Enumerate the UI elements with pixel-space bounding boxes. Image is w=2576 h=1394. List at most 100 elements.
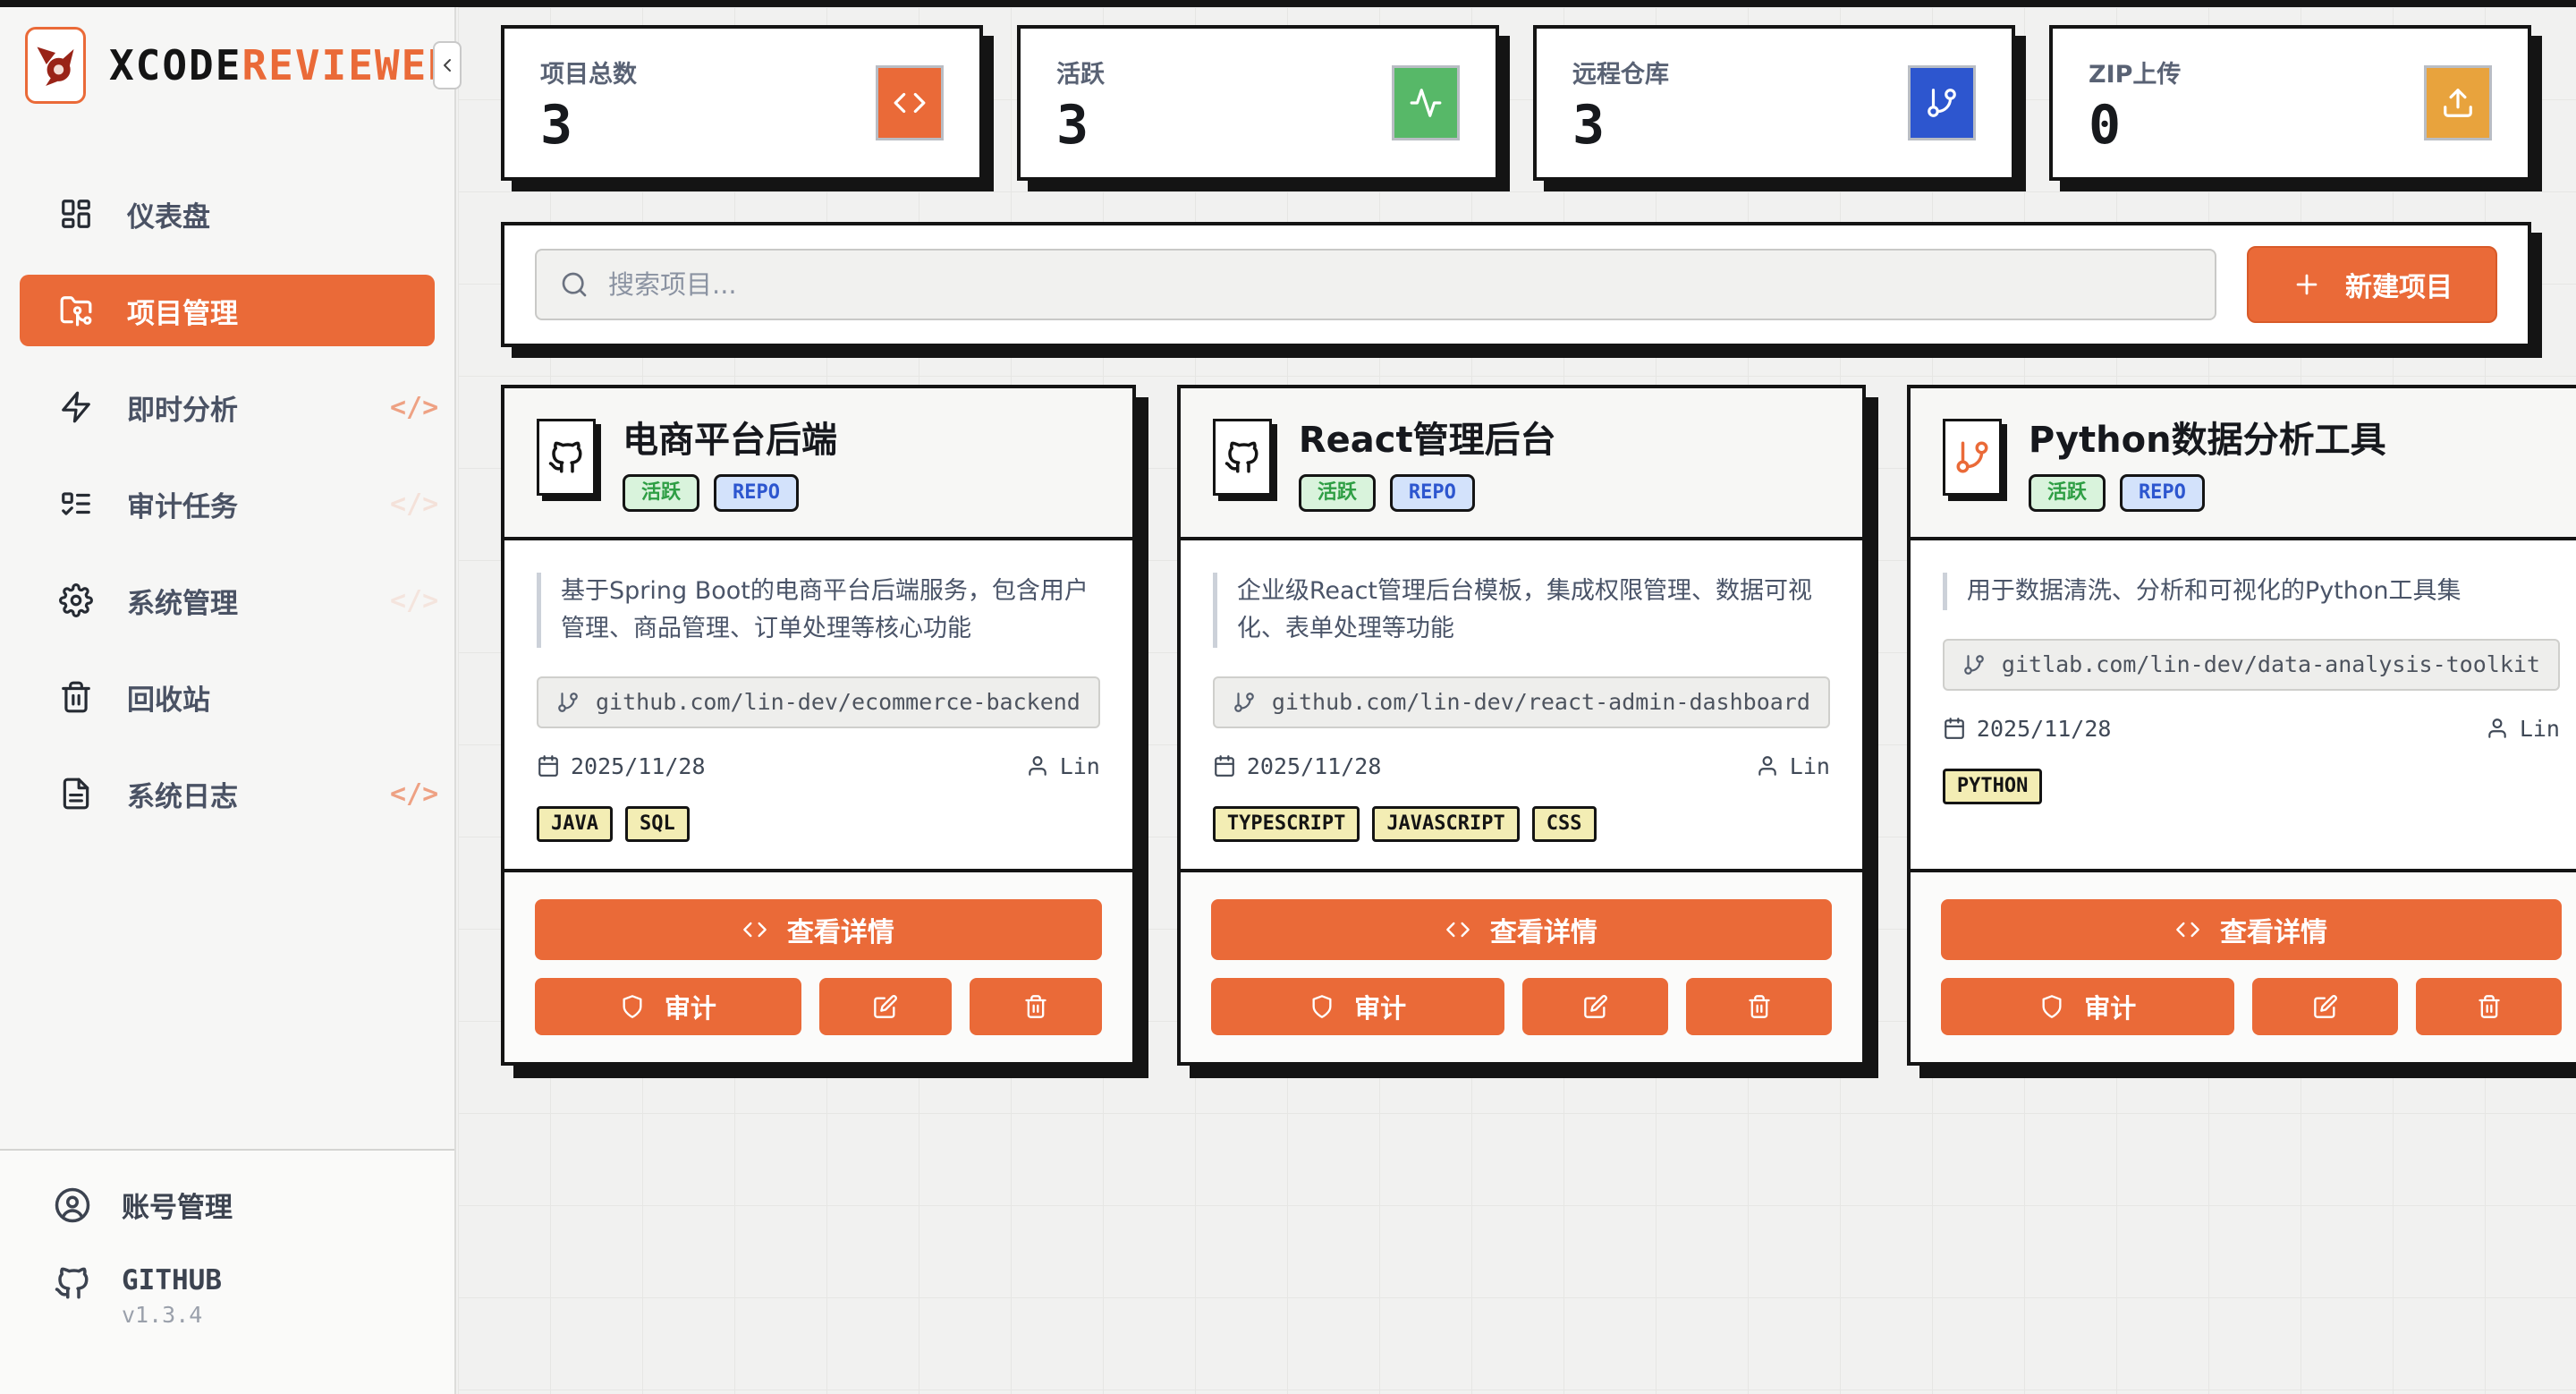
- account-management-item[interactable]: 账号管理: [54, 1185, 454, 1225]
- view-details-button[interactable]: 查看详情: [535, 899, 1102, 960]
- main-content: 项目总数 3 活跃 3 远程仓库3 ZIP上传 0: [458, 7, 2576, 1394]
- shield-icon: [620, 994, 645, 1019]
- search-icon: [560, 270, 589, 299]
- trash-icon: [1747, 994, 1772, 1019]
- sidebar-item-dashboard[interactable]: 仪表盘: [20, 178, 435, 250]
- git-branch-icon: [1943, 419, 2002, 496]
- delete-button[interactable]: [2416, 978, 2562, 1035]
- code-decor: </>: [390, 489, 438, 520]
- project-meta-row: 2025/11/28 Lin: [537, 753, 1100, 779]
- project-card-body: 基于Spring Boot的电商平台后端服务，包含用户管理、商品管理、订单处理等…: [504, 540, 1132, 869]
- plus-icon: [2292, 269, 2322, 300]
- project-card-python-toolkit: Python数据分析工具 活跃 REPO 用于数据清洗、分析和可视化的Pytho…: [1907, 385, 2576, 1066]
- stat-value: 3: [540, 98, 637, 152]
- repo-url: gitlab.com/lin-dev/data-analysis-toolkit: [2002, 651, 2540, 677]
- view-details-label: 查看详情: [2220, 910, 2327, 949]
- audit-label: 审计: [665, 988, 716, 1025]
- stat-label: 项目总数: [540, 55, 637, 89]
- project-card-ecommerce-backend: 电商平台后端 活跃 REPO 基于Spring Boot的电商平台后端服务，包含…: [501, 385, 1136, 1066]
- status-badge: 活跃: [623, 474, 699, 512]
- shield-icon: [1309, 994, 1335, 1019]
- sidebar-item-label: 系统日志: [127, 774, 238, 814]
- project-title: 电商平台后端: [623, 421, 837, 460]
- repo-url: github.com/lin-dev/react-admin-dashboard: [1272, 689, 1810, 715]
- language-tag: JAVA: [537, 806, 613, 842]
- trash-icon: [2477, 994, 2502, 1019]
- user-icon: [2486, 717, 2509, 740]
- trash-icon: [1023, 994, 1048, 1019]
- repo-url-bar: github.com/lin-dev/react-admin-dashboard: [1213, 676, 1830, 728]
- project-card-footer: 查看详情 审计: [1181, 869, 1862, 1062]
- stat-label: 活跃: [1056, 55, 1105, 89]
- audit-button[interactable]: 审计: [1211, 978, 1505, 1035]
- user-icon: [1026, 754, 1049, 778]
- status-badge: 活跃: [1299, 474, 1376, 512]
- sidebar-item-system-logs[interactable]: 系统日志</>: [20, 758, 435, 829]
- sidebar-item-label: 系统管理: [127, 581, 238, 621]
- gear-icon: [59, 583, 93, 617]
- project-description: 基于Spring Boot的电商平台后端服务，包含用户管理、商品管理、订单处理等…: [537, 573, 1100, 648]
- stat-value: 0: [2089, 98, 2181, 152]
- sidebar-item-audit-tasks[interactable]: 审计任务</>: [20, 468, 435, 540]
- delete-button[interactable]: [1686, 978, 1832, 1035]
- edit-icon: [1583, 994, 1608, 1019]
- repo-type-badge: REPO: [1390, 474, 1475, 512]
- github-icon: [54, 1264, 91, 1302]
- project-card-body: 企业级React管理后台模板，集成权限管理、数据可视化、表单处理等功能 gith…: [1181, 540, 1862, 869]
- sidebar-item-label: 即时分析: [127, 387, 238, 428]
- repo-type-badge: REPO: [2120, 474, 2205, 512]
- sidebar-item-label: 项目管理: [127, 291, 238, 331]
- stat-card-zip-uploads: ZIP上传 0: [2049, 25, 2531, 181]
- repo-url: github.com/lin-dev/ecommerce-backend: [596, 689, 1080, 715]
- project-date: 2025/11/28: [1247, 753, 1382, 779]
- sidebar-item-label: 仪表盘: [127, 194, 210, 234]
- github-label: GITHUB: [122, 1264, 222, 1296]
- project-owner: Lin: [1060, 753, 1100, 779]
- stat-label: 远程仓库: [1572, 55, 1669, 89]
- sidebar-collapse-button[interactable]: [433, 41, 462, 89]
- view-details-button[interactable]: 查看详情: [1211, 899, 1832, 960]
- new-project-button[interactable]: 新建项目: [2247, 246, 2497, 323]
- stat-value: 3: [1056, 98, 1105, 152]
- shield-icon: [2039, 994, 2064, 1019]
- sidebar-item-recycle-bin[interactable]: 回收站: [20, 661, 435, 733]
- github-icon: [1213, 419, 1272, 496]
- project-card-header: React管理后台 活跃 REPO: [1181, 388, 1862, 540]
- calendar-icon: [537, 754, 560, 778]
- edit-icon: [873, 994, 898, 1019]
- language-tag: PYTHON: [1943, 769, 2042, 804]
- sidebar-item-instant-analysis[interactable]: 即时分析 </>: [20, 371, 435, 443]
- project-owner: Lin: [1790, 753, 1830, 779]
- search-input[interactable]: [606, 268, 2191, 301]
- git-branch-icon: [556, 691, 580, 714]
- code-decor: </>: [390, 585, 438, 616]
- user-icon: [1756, 754, 1779, 778]
- delete-button[interactable]: [970, 978, 1102, 1035]
- app-root: XCODEREVIEWER 仪表盘 项目管理 即时分析</> 审计任务</> 系…: [0, 0, 2576, 1394]
- code-icon: [1445, 917, 1470, 942]
- edit-button[interactable]: [1522, 978, 1668, 1035]
- audit-button[interactable]: 审计: [535, 978, 801, 1035]
- code-decor: </>: [390, 392, 438, 423]
- project-meta-row: 2025/11/28 Lin: [1213, 753, 1830, 779]
- language-tag: TYPESCRIPT: [1213, 806, 1360, 842]
- git-branch-icon: [1233, 691, 1256, 714]
- audit-button[interactable]: 审计: [1941, 978, 2235, 1035]
- activity-icon: [1392, 65, 1460, 140]
- stat-card-remote-repos: 远程仓库3: [1533, 25, 2015, 181]
- project-owner: Lin: [2520, 716, 2560, 742]
- language-tag: CSS: [1532, 806, 1597, 842]
- github-icon: [537, 419, 596, 496]
- sidebar-item-system-admin[interactable]: 系统管理 </>: [20, 565, 435, 636]
- tag-row: JAVA SQL: [537, 806, 690, 842]
- repo-url-bar: github.com/lin-dev/ecommerce-backend: [537, 676, 1100, 728]
- version-label: v1.3.4: [122, 1302, 222, 1328]
- github-version-item[interactable]: GITHUB v1.3.4: [54, 1264, 454, 1328]
- edit-button[interactable]: [819, 978, 952, 1035]
- edit-button[interactable]: [2252, 978, 2398, 1035]
- project-card-header: 电商平台后端 活跃 REPO: [504, 388, 1132, 540]
- view-details-button[interactable]: 查看详情: [1941, 899, 2562, 960]
- sidebar-item-projects[interactable]: 项目管理: [20, 275, 435, 346]
- code-icon: [876, 65, 944, 140]
- stat-label: ZIP上传: [2089, 55, 2181, 89]
